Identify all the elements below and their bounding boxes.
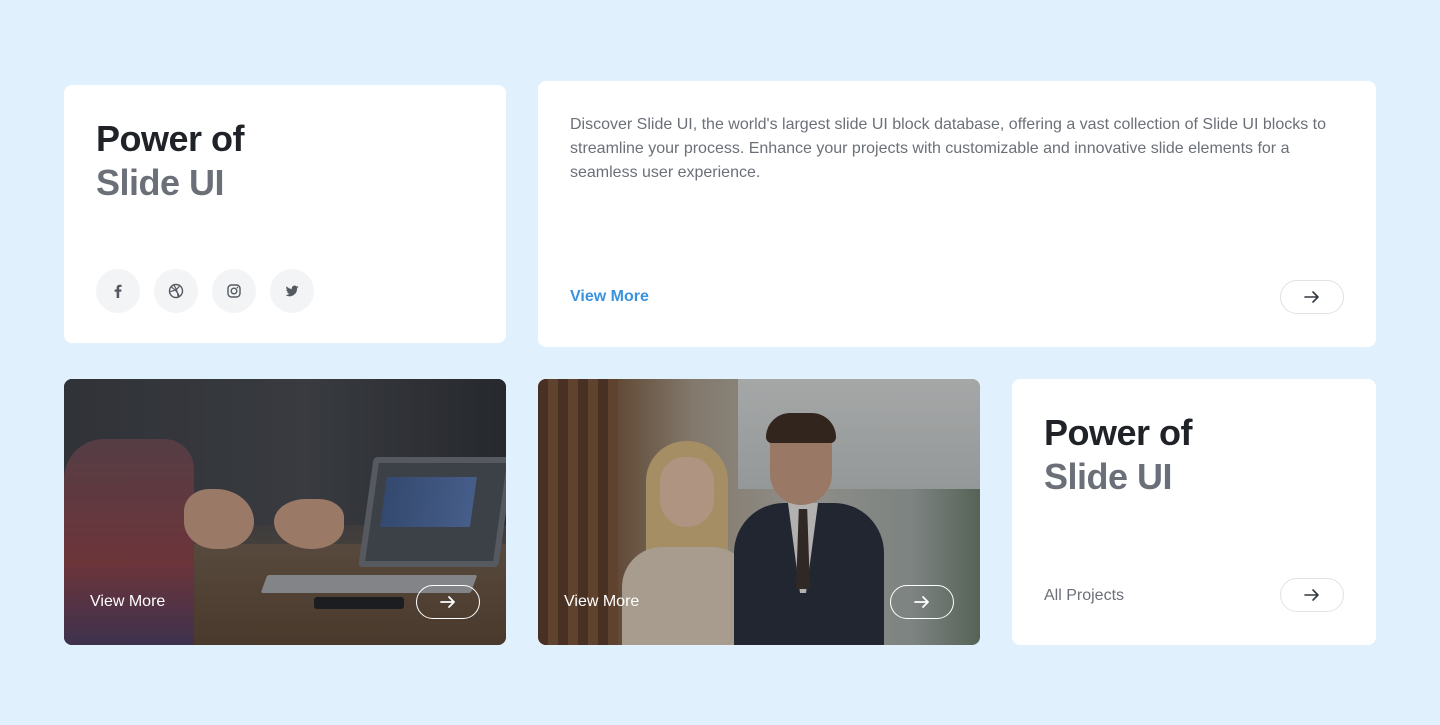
title-line-1: Power of xyxy=(1044,412,1193,453)
image-card-workspace[interactable]: View More xyxy=(64,379,506,645)
instagram-link[interactable] xyxy=(212,269,256,313)
view-more-link[interactable]: View More xyxy=(570,288,649,306)
twitter-icon xyxy=(285,285,299,297)
image-arrow-button[interactable] xyxy=(890,585,954,619)
projects-card: Power of Slide UI All Projects xyxy=(1012,379,1376,645)
all-projects-arrow-button[interactable] xyxy=(1280,578,1344,612)
image-arrow-button[interactable] xyxy=(416,585,480,619)
intro-card: Power of Slide UI xyxy=(64,85,506,343)
arrow-right-icon xyxy=(440,596,455,608)
all-projects-link[interactable]: All Projects xyxy=(1044,587,1124,605)
title-line-2: Slide UI xyxy=(1044,456,1173,497)
social-links xyxy=(96,269,314,313)
arrow-right-icon xyxy=(1304,291,1319,303)
card-title: Power of Slide UI xyxy=(1044,411,1193,499)
image-view-more-label[interactable]: View More xyxy=(90,593,165,611)
instagram-icon xyxy=(227,284,241,298)
twitter-link[interactable] xyxy=(270,269,314,313)
title-line-1: Power of xyxy=(96,118,245,159)
facebook-icon xyxy=(114,284,122,298)
arrow-right-icon xyxy=(914,596,929,608)
image-view-more-label[interactable]: View More xyxy=(564,593,639,611)
arrow-right-icon xyxy=(1304,589,1319,601)
description-text: Discover Slide UI, the world's largest s… xyxy=(570,116,1327,181)
view-more-arrow-button[interactable] xyxy=(1280,280,1344,314)
title-line-2: Slide UI xyxy=(96,162,225,203)
image-card-team[interactable]: View More xyxy=(538,379,980,645)
description-card: Discover Slide UI, the world's largest s… xyxy=(538,81,1376,347)
facebook-link[interactable] xyxy=(96,269,140,313)
card-title: Power of Slide UI xyxy=(96,117,245,205)
dribbble-icon xyxy=(168,283,184,299)
dribbble-link[interactable] xyxy=(154,269,198,313)
